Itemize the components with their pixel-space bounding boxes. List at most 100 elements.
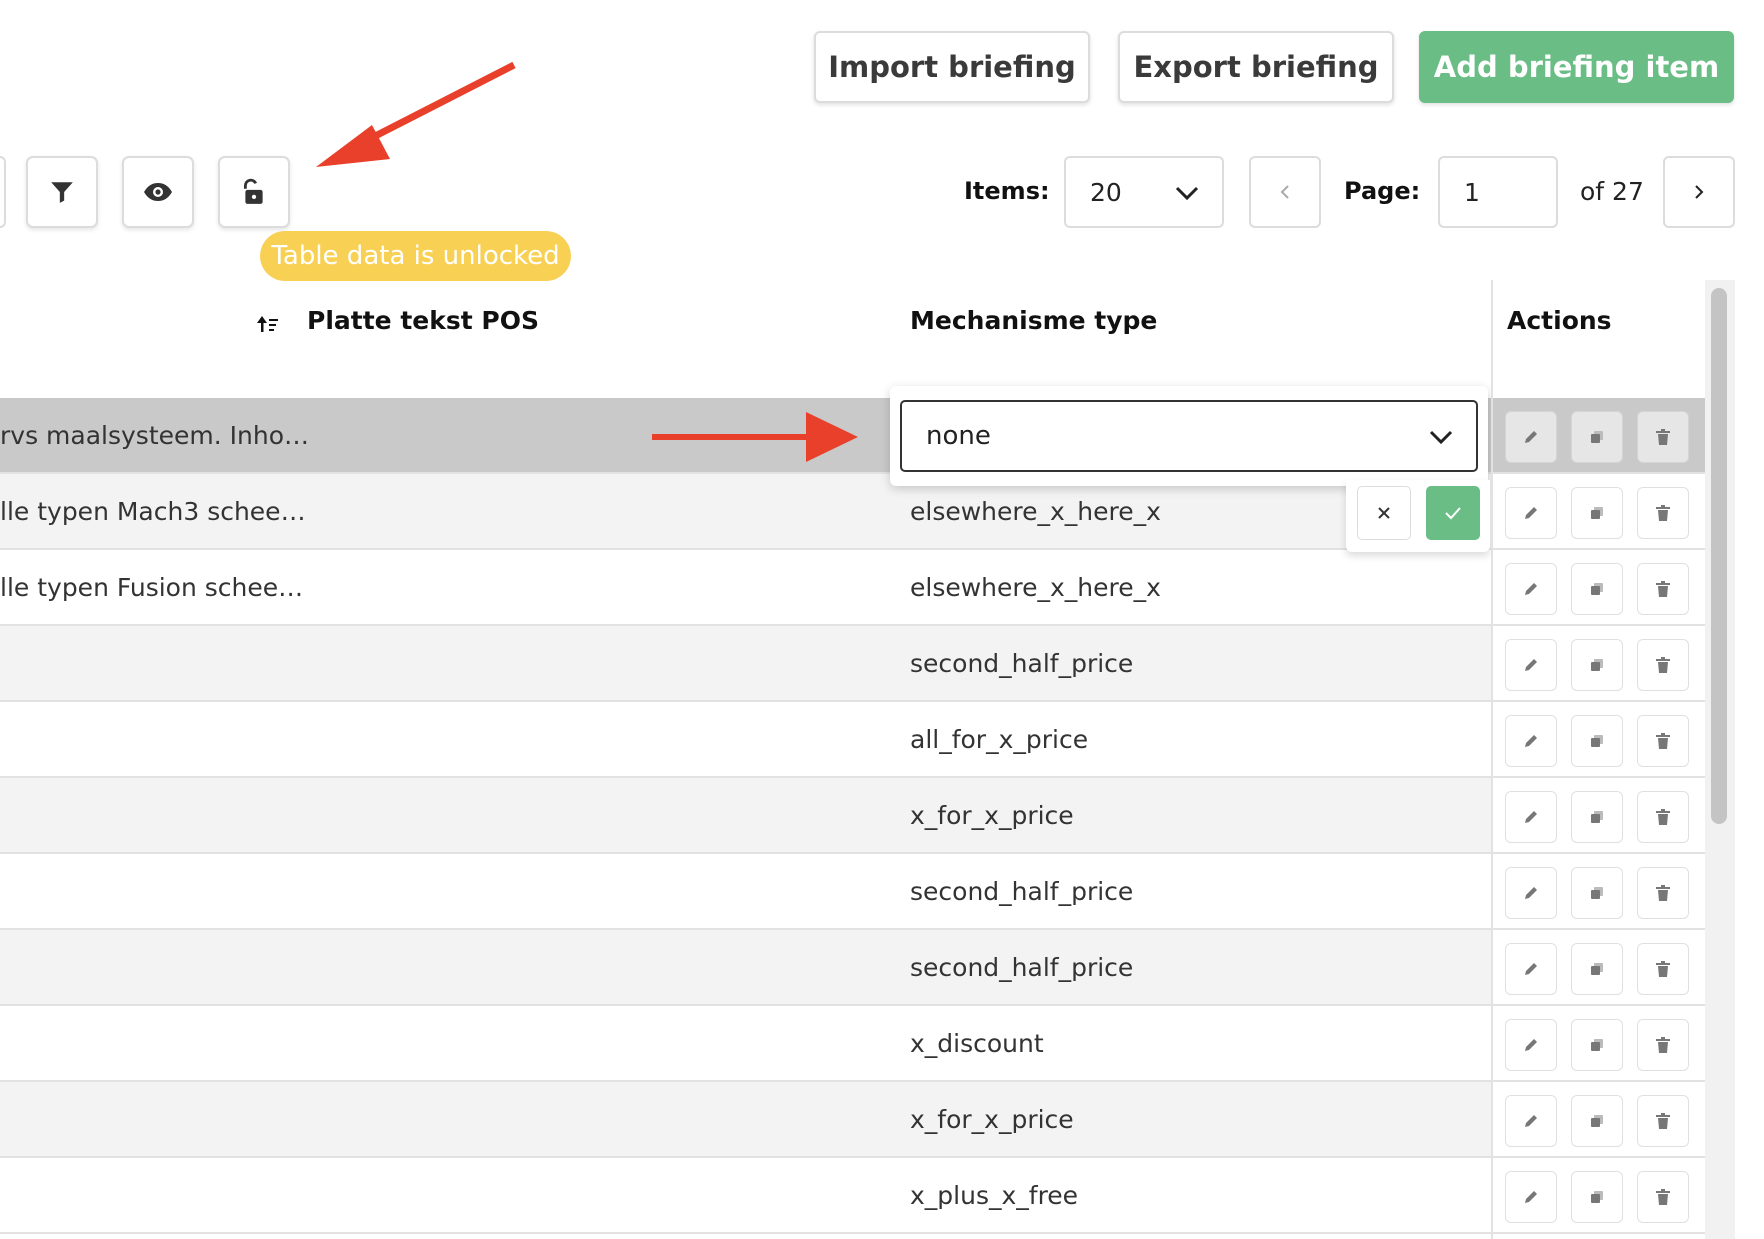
delete-button[interactable]: [1637, 487, 1689, 539]
copy-icon: [1591, 811, 1603, 823]
table-row[interactable]: all_for_x_price: [0, 702, 1491, 778]
page-number-input[interactable]: 1: [1438, 156, 1558, 228]
column-header-pos[interactable]: Platte tekst POS: [307, 306, 539, 335]
copy-icon: [1591, 431, 1603, 443]
duplicate-button[interactable]: [1571, 943, 1623, 995]
pencil-icon: [1525, 735, 1537, 747]
edit-button[interactable]: [1505, 563, 1557, 615]
unlock-icon: [243, 178, 263, 204]
cell-mechanisme: second_half_price: [910, 649, 1134, 678]
close-icon: [1378, 507, 1390, 519]
edit-button[interactable]: [1505, 487, 1557, 539]
duplicate-button[interactable]: [1571, 791, 1623, 843]
trash-icon: [1656, 1037, 1670, 1053]
pencil-icon: [1525, 1191, 1537, 1203]
delete-button[interactable]: [1637, 943, 1689, 995]
duplicate-button[interactable]: [1571, 563, 1623, 615]
eye-icon: [144, 183, 172, 201]
delete-button[interactable]: [1637, 1171, 1689, 1223]
table-row[interactable]: x_plus_x_free: [0, 1158, 1491, 1234]
copy-icon: [1591, 507, 1603, 519]
delete-button[interactable]: [1637, 1019, 1689, 1071]
cell-mechanisme: second_half_price: [910, 953, 1134, 982]
delete-button[interactable]: [1637, 411, 1689, 463]
duplicate-button[interactable]: [1571, 1095, 1623, 1147]
duplicate-button[interactable]: [1571, 411, 1623, 463]
duplicate-button[interactable]: [1571, 867, 1623, 919]
cell-mechanisme: second_half_price: [910, 877, 1134, 906]
mechanisme-type-select[interactable]: none: [900, 400, 1478, 472]
confirm-edit-button[interactable]: [1426, 486, 1480, 540]
next-page-button[interactable]: [1663, 156, 1735, 228]
trash-icon: [1656, 657, 1670, 673]
cell-mechanisme: x_discount: [910, 1029, 1044, 1058]
duplicate-button[interactable]: [1571, 1171, 1623, 1223]
pencil-icon: [1525, 659, 1537, 671]
delete-button[interactable]: [1637, 639, 1689, 691]
actions-row: [1493, 778, 1707, 854]
pencil-icon: [1525, 887, 1537, 899]
column-header-mechanisme[interactable]: Mechanisme type: [910, 306, 1157, 335]
edit-button[interactable]: [1505, 1095, 1557, 1147]
cancel-edit-button[interactable]: [1357, 486, 1411, 540]
filter-icon: [51, 182, 73, 203]
edit-button[interactable]: [1505, 411, 1557, 463]
table-row[interactable]: x_discount: [0, 1006, 1491, 1082]
table-row[interactable]: second_half_price: [0, 626, 1491, 702]
copy-icon: [1591, 1191, 1603, 1203]
lock-toggle-button[interactable]: [218, 156, 290, 228]
import-briefing-button[interactable]: Import briefing: [814, 31, 1090, 103]
delete-button[interactable]: [1637, 715, 1689, 767]
export-briefing-button[interactable]: Export briefing: [1118, 31, 1394, 103]
table-row[interactable]: second_half_price: [0, 930, 1491, 1006]
items-per-page-select[interactable]: 20: [1064, 156, 1224, 228]
copy-icon: [1591, 1115, 1603, 1127]
delete-button[interactable]: [1637, 791, 1689, 843]
add-briefing-item-button[interactable]: Add briefing item: [1419, 31, 1734, 103]
duplicate-button[interactable]: [1571, 487, 1623, 539]
edit-button[interactable]: [1505, 715, 1557, 767]
previous-page-button[interactable]: [1249, 156, 1321, 228]
duplicate-button[interactable]: [1571, 1019, 1623, 1071]
table-row[interactable]: x_for_x_price: [0, 1082, 1491, 1158]
actions-row: [1493, 702, 1707, 778]
visibility-button[interactable]: [122, 156, 194, 228]
lock-status-badge: Table data is unlocked: [260, 231, 571, 281]
table-row[interactable]: lle typen Fusion schee… elsewhere_x_here…: [0, 550, 1491, 626]
edit-button[interactable]: [1505, 791, 1557, 843]
delete-button[interactable]: [1637, 563, 1689, 615]
scrollbar-thumb[interactable]: [1711, 288, 1727, 824]
duplicate-button[interactable]: [1571, 639, 1623, 691]
trash-icon: [1656, 809, 1670, 825]
edit-button[interactable]: [1505, 867, 1557, 919]
column-header-actions: Actions: [1507, 306, 1612, 335]
delete-button[interactable]: [1637, 867, 1689, 919]
pencil-icon: [1525, 1115, 1537, 1127]
table-row[interactable]: second_half_price: [0, 854, 1491, 930]
chevron-down-icon: [1175, 186, 1199, 201]
trash-icon: [1656, 885, 1670, 901]
cell-mechanisme: x_for_x_price: [910, 1105, 1074, 1134]
mechanisme-type-value: none: [926, 421, 991, 451]
trash-icon: [1656, 505, 1670, 521]
cell-pos: rvs maalsysteem. Inho…: [0, 421, 309, 450]
delete-button[interactable]: [1637, 1095, 1689, 1147]
table-row[interactable]: x_for_x_price: [0, 778, 1491, 854]
actions-row: [1493, 930, 1707, 1006]
copy-icon: [1591, 659, 1603, 671]
edit-button[interactable]: [1505, 943, 1557, 995]
cell-pos: lle typen Fusion schee…: [0, 573, 304, 602]
edit-button[interactable]: [1505, 1019, 1557, 1071]
trash-icon: [1656, 581, 1670, 597]
cell-mechanisme: x_plus_x_free: [910, 1181, 1079, 1210]
actions-row: [1493, 550, 1707, 626]
copy-icon: [1591, 887, 1603, 899]
partial-toolbar-button[interactable]: [0, 156, 6, 228]
sort-ascending-icon[interactable]: [256, 314, 280, 334]
edit-button[interactable]: [1505, 639, 1557, 691]
filter-button[interactable]: [26, 156, 98, 228]
duplicate-button[interactable]: [1571, 715, 1623, 767]
copy-icon: [1591, 583, 1603, 595]
edit-button[interactable]: [1505, 1171, 1557, 1223]
check-icon: [1445, 507, 1461, 520]
